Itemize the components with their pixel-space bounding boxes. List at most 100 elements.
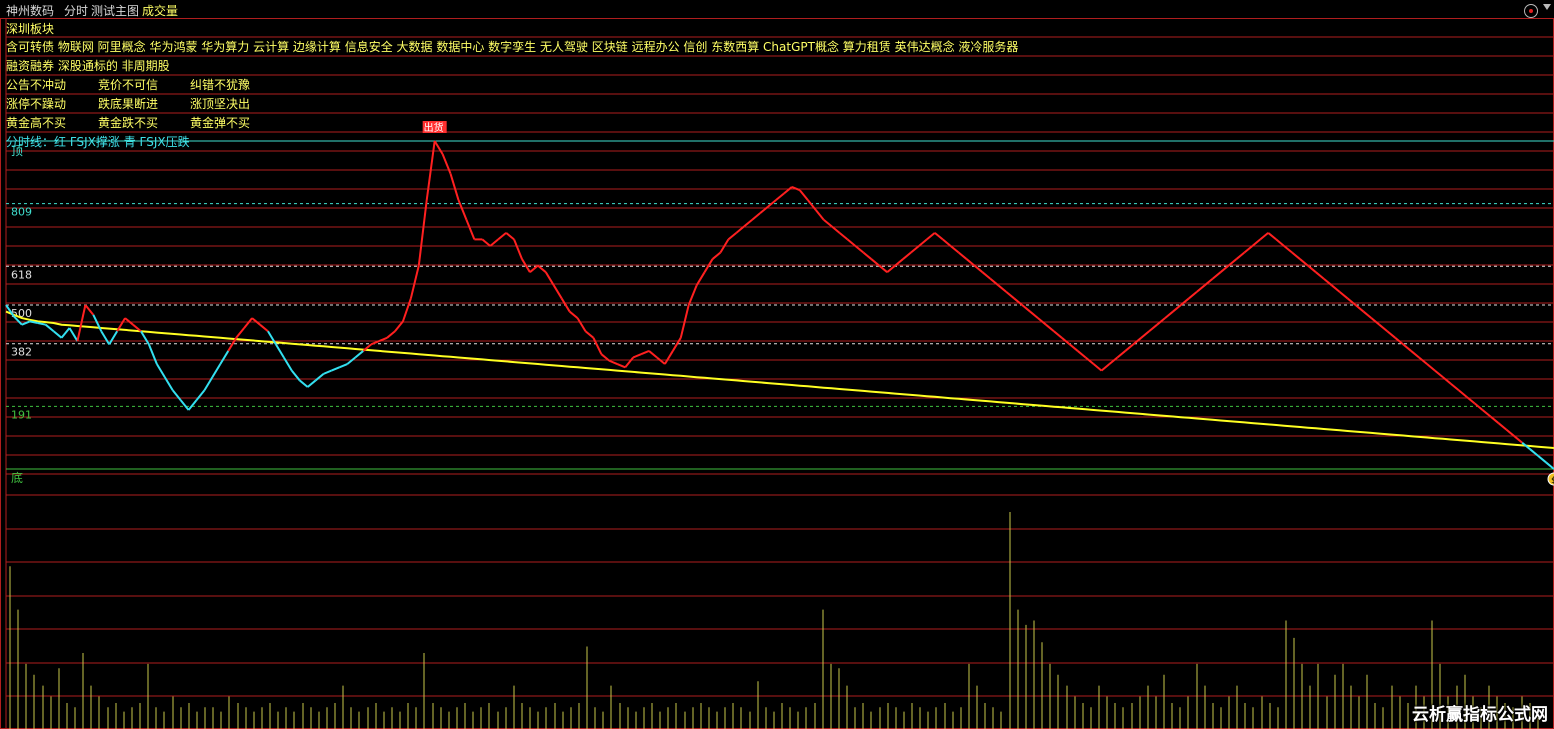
price-segment-94	[743, 218, 753, 228]
price-segment-128	[1013, 297, 1023, 306]
price-segment-181	[1434, 369, 1444, 378]
price-segment-156	[1235, 251, 1246, 260]
price-segment-159	[1259, 232, 1269, 241]
price-segment-50	[394, 320, 404, 332]
price-segment-39	[307, 379, 317, 388]
motto-1-1: 公告不冲动	[6, 78, 67, 92]
price-segment-83	[656, 356, 666, 365]
price-segment-179	[1418, 356, 1428, 365]
price-segment-9	[68, 327, 79, 342]
price-segment-187	[1481, 409, 1492, 418]
watermark: 云析赢指标公式网	[1412, 705, 1548, 725]
price-segment-130	[1029, 310, 1039, 319]
price-segment-157	[1243, 245, 1253, 254]
price-segment-22	[171, 389, 182, 401]
price-segment-177	[1402, 343, 1412, 352]
price-segment-23	[179, 399, 190, 411]
price-segment-139	[1100, 363, 1111, 372]
price-segment-118	[934, 232, 944, 241]
price-segment-127	[1005, 291, 1015, 300]
price-segment-52	[409, 265, 420, 299]
price-segment-141	[1116, 350, 1126, 359]
price-segment-138	[1092, 363, 1103, 372]
price-segment-180	[1426, 363, 1436, 372]
close-circle-icon[interactable]	[1524, 4, 1538, 18]
price-segment-38	[299, 379, 309, 388]
price-segment-107	[846, 238, 857, 247]
price-segment-129	[1021, 304, 1031, 313]
price-segment-148	[1172, 304, 1182, 313]
price-segment-136	[1077, 350, 1087, 359]
price-segment-115	[910, 245, 920, 254]
price-segment-27	[211, 363, 222, 378]
price-segment-71	[560, 297, 571, 313]
price-segment-36	[282, 356, 293, 372]
price-segment-151	[1196, 284, 1206, 293]
price-segment-104	[823, 218, 833, 228]
period-label[interactable]: 分时	[64, 4, 88, 18]
price-segment-67	[529, 264, 539, 273]
price-segment-53	[417, 199, 428, 266]
price-segment-14	[108, 330, 118, 345]
price-segment-103	[814, 209, 825, 221]
price-segment-147	[1164, 310, 1174, 319]
price-segment-82	[648, 350, 658, 359]
triangle-down-icon[interactable]	[1543, 4, 1551, 10]
sell-signal-label: 出货	[424, 121, 444, 134]
price-segment-158	[1251, 238, 1261, 247]
stock-name: 神州数码	[6, 4, 55, 18]
price-segment-88	[695, 271, 706, 286]
price-segment-64	[505, 232, 515, 241]
price-segment-101	[799, 189, 809, 201]
level-label-809: 809	[11, 206, 32, 219]
price-segment-86	[679, 304, 690, 339]
bottom-level-label: 底	[11, 470, 23, 485]
price-segment-74	[584, 330, 595, 339]
price-segment-145	[1148, 323, 1158, 333]
price-segment-173	[1370, 317, 1380, 326]
price-segment-42	[331, 366, 340, 372]
price-segment-174	[1378, 323, 1388, 333]
price-segment-108	[854, 245, 864, 254]
price-segment-182	[1442, 376, 1452, 385]
price-segment-95	[751, 212, 761, 221]
price-segment-81	[640, 349, 650, 356]
price-segment-70	[552, 284, 563, 299]
price-segment-79	[624, 356, 634, 368]
price-segment-73	[576, 317, 587, 332]
price-segment-19	[147, 343, 158, 365]
volume-label[interactable]: 成交量	[142, 4, 178, 18]
price-segment-119	[942, 238, 952, 247]
price-segment-178	[1410, 350, 1420, 359]
price-segment-90	[711, 251, 722, 260]
price-segment-55	[433, 140, 444, 155]
price-segment-69	[544, 271, 555, 286]
price-segment-25	[195, 389, 206, 401]
price-segment-13	[100, 330, 111, 345]
price-segment-10	[76, 304, 87, 342]
price-segment-153	[1212, 271, 1222, 280]
price-segment-8	[60, 327, 71, 339]
price-segment-28	[219, 350, 230, 365]
price-segment-172	[1362, 310, 1373, 319]
price-segment-135	[1069, 343, 1079, 352]
price-segment-6	[45, 323, 55, 333]
price-segment-150	[1188, 291, 1198, 300]
motto-2-3: 涨顶坚决出	[190, 97, 251, 111]
price-segment-54	[425, 140, 436, 201]
price-segment-171	[1354, 304, 1365, 313]
price-segment-43	[339, 363, 348, 369]
price-segment-186	[1473, 402, 1484, 411]
price-segment-61	[481, 238, 491, 247]
average-line	[5, 310, 1554, 450]
price-segment-63	[497, 232, 507, 241]
price-segment-117	[926, 232, 936, 241]
price-segment-146	[1156, 317, 1166, 326]
price-segment-162	[1283, 245, 1293, 254]
price-segment-80	[632, 353, 642, 359]
price-segment-57	[449, 173, 460, 201]
price-segment-169	[1339, 291, 1349, 300]
price-segment-132	[1045, 323, 1055, 333]
price-segment-59	[465, 219, 476, 240]
indicator-name[interactable]: 测试主图	[91, 4, 139, 18]
